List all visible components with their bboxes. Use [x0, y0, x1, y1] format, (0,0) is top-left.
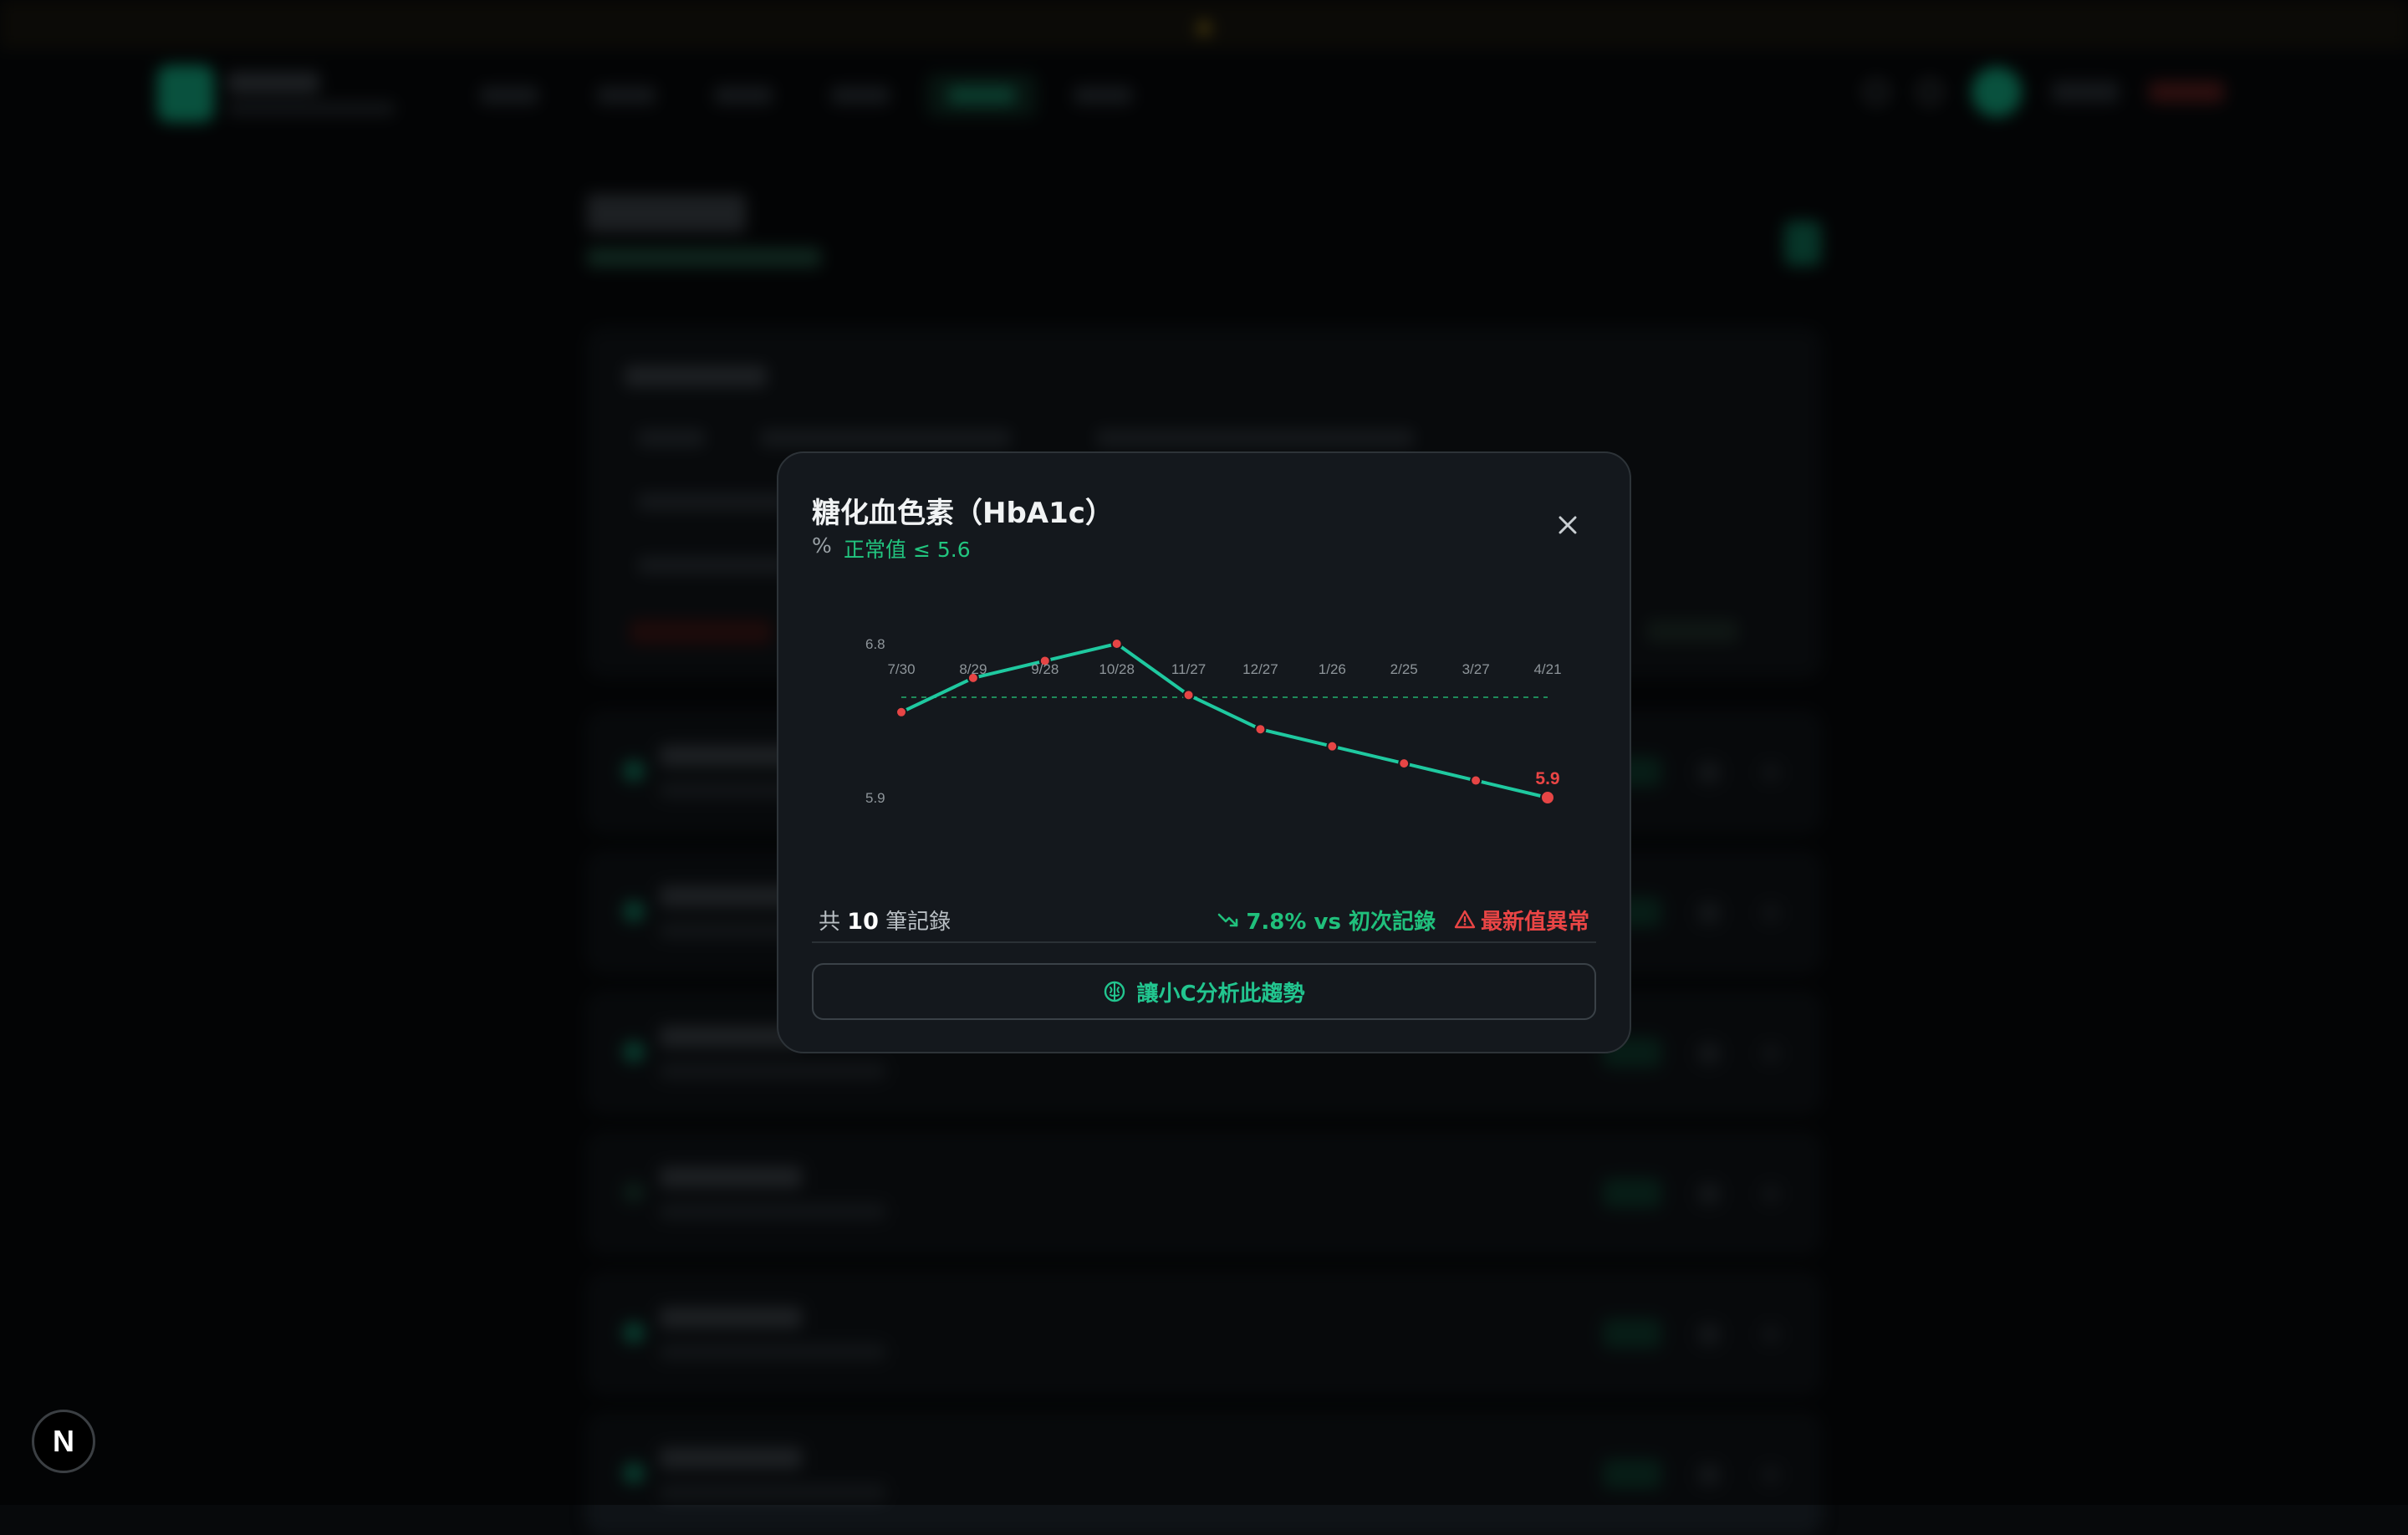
data-point	[1326, 740, 1339, 752]
unit-label: %	[812, 533, 832, 558]
data-point	[1254, 723, 1267, 736]
trend-text: 7.8% vs 初次記錄	[1246, 909, 1436, 935]
summary-row: 共 10 筆記錄 7.8% vs 初次記錄 最新值異常	[819, 895, 1589, 945]
abnormal-text: 最新值異常	[1480, 909, 1589, 935]
data-point	[1540, 790, 1555, 805]
data-point	[895, 706, 907, 718]
normal-range-label: 正常值 ≤ 5.6	[844, 538, 971, 562]
record-count-value: 10	[847, 908, 879, 935]
x-tick-label: 12/27	[1242, 661, 1278, 677]
x-tick-label: 2/25	[1390, 661, 1418, 677]
warning-triangle-icon	[1454, 910, 1476, 929]
x-tick-label: 10/28	[1099, 661, 1135, 677]
data-point	[1398, 757, 1411, 770]
ai-analyze-button[interactable]: 讓小C分析此趨勢	[812, 963, 1596, 1020]
close-button[interactable]	[1549, 507, 1586, 543]
trending-down-icon	[1218, 913, 1238, 927]
trend-indicator: 7.8% vs 初次記錄	[1217, 905, 1436, 936]
ai-button-label: 讓小C分析此趨勢	[1136, 981, 1305, 1007]
y-tick-label: 6.8	[865, 636, 885, 652]
abnormal-indicator: 最新值異常	[1454, 905, 1589, 936]
x-tick-label: 9/28	[1031, 661, 1059, 677]
trend-chart: 6.8 5.9 5.9 7/30 8/29 9/28 10/28 11/27 12/27 1/26…	[865, 636, 1562, 806]
brain-icon	[1105, 981, 1125, 1002]
x-tick-label: 11/27	[1171, 661, 1206, 677]
data-point	[1110, 638, 1123, 650]
close-icon	[1559, 516, 1577, 534]
x-tick-label: 3/27	[1462, 661, 1490, 677]
x-tick-label: 8/29	[959, 661, 987, 677]
modal-title: 糖化血色素（HbA1c）	[812, 497, 1114, 530]
data-point	[1182, 689, 1195, 701]
record-count: 共 10 筆記錄	[819, 908, 951, 935]
nextjs-logo-icon: N	[53, 1424, 74, 1458]
x-tick-label: 7/30	[887, 661, 915, 677]
x-tick-label: 4/21	[1533, 661, 1561, 677]
last-value-label: 5.9	[1535, 769, 1559, 788]
data-point	[1470, 774, 1482, 787]
y-tick-label: 5.9	[865, 790, 885, 806]
nextjs-badge[interactable]: N	[32, 1410, 95, 1473]
divider	[812, 941, 1596, 943]
trend-modal: 糖化血色素（HbA1c） % 正常值 ≤ 5.6 6.8 5.9 5.9 7/30 8/…	[777, 451, 1631, 1053]
series-line	[900, 642, 1549, 799]
x-tick-label: 1/26	[1319, 661, 1346, 677]
stats-group: 7.8% vs 初次記錄 最新值異常	[1217, 905, 1589, 936]
